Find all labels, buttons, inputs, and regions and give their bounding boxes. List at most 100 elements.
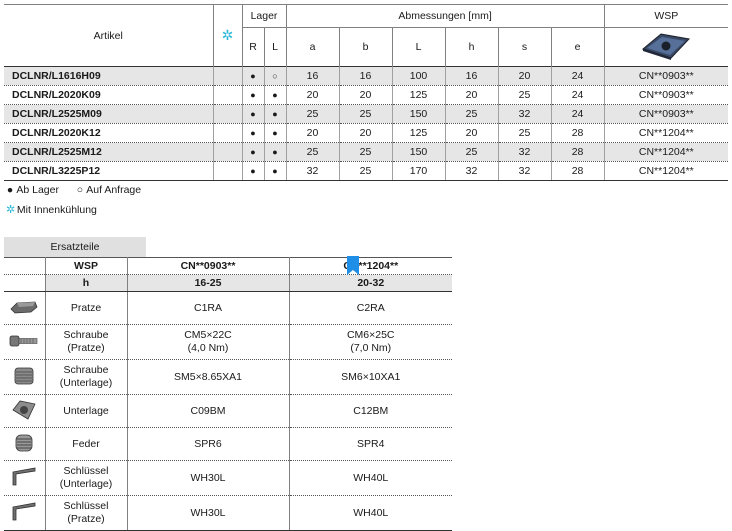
part-label-line2: (Pratze) [67, 513, 105, 525]
tool-holder-table: Artikel ✲ Lager Abmessungen [mm] WSP R L… [4, 4, 729, 181]
part-label-line1: Schlüssel [63, 500, 109, 512]
part-value-2-line2: (7,0 Nm) [350, 342, 392, 354]
part-value-1: SM5×8.65XA1 [126, 359, 289, 395]
cell-s: 25 [497, 85, 552, 105]
parts-row: Unterlage C09BM C12BM [4, 394, 452, 428]
cell-e: 28 [550, 123, 605, 143]
header-abmessungen: Abmessungen [mm] [285, 4, 605, 28]
legend-ab-lager: Ab Lager [16, 184, 59, 196]
part-label-line1: Feder [72, 437, 100, 450]
table-row: DCLNR/L2020K09 ● ● 20 20 125 20 25 24 CN**0903** [4, 85, 729, 105]
cell-b: 20 [338, 85, 393, 105]
header-dim-l: L [391, 27, 446, 67]
legend-innenkuehlung: Mit Innenkühlung [16, 204, 97, 216]
cell-l: 170 [391, 161, 446, 181]
parts-header-wsp-2: CN**1204** [288, 257, 452, 275]
part-value-2-line1: C12BM [353, 404, 389, 417]
cell-artikel: DCLNR/L2525M09 [4, 104, 213, 124]
insert-icon [642, 32, 691, 60]
part-value-2: SM6×10XA1 [288, 359, 452, 395]
coolant-header-icon: ✲ [212, 4, 242, 67]
cell-artikel: DCLNR/L1616H09 [4, 66, 213, 86]
cell-e: 24 [550, 85, 605, 105]
cell-a: 25 [285, 104, 340, 124]
cell-l: 150 [391, 142, 446, 162]
part-value-1-line1: SPR6 [194, 437, 222, 450]
part-value-1: WH30L [126, 460, 289, 496]
cell-r: ● [241, 66, 264, 86]
insert-image [603, 27, 729, 67]
header-dim-e: e [550, 27, 605, 67]
cell-e: 24 [550, 104, 605, 124]
part-value-1-line1: C1RA [193, 301, 222, 314]
cell-l: ○ [263, 66, 287, 86]
parts-row: Feder SPR6 SPR4 [4, 427, 452, 461]
part-value-2: C12BM [288, 394, 452, 428]
cell-s: 32 [497, 161, 552, 181]
part-value-1-line1: WH30L [190, 471, 226, 484]
part-label: Schraube (Unterlage) [44, 359, 127, 395]
part-label: Pratze [44, 291, 127, 325]
coolant-cell [212, 142, 242, 162]
cell-a: 16 [285, 66, 340, 86]
coolant-cell [212, 66, 242, 86]
cell-l: 125 [391, 123, 446, 143]
part-value-2: WH40L [288, 460, 452, 496]
parts-row: Pratze C1RA C2RA [4, 291, 452, 325]
cell-artikel: DCLNR/L2525M12 [4, 142, 213, 162]
cell-artikel: DCLNR/L2020K09 [4, 85, 213, 105]
part-value-1: WH30L [126, 495, 289, 531]
cell-r: ● [241, 161, 264, 181]
header-lager-l: L [263, 27, 287, 67]
cell-a: 32 [285, 161, 340, 181]
cell-s: 20 [497, 66, 552, 86]
table-row: DCLNR/L2525M12 ● ● 25 25 150 25 32 28 CN**1204** [4, 142, 729, 162]
legend-coolant: ✲ Mit Innenkühlung [6, 203, 97, 216]
cell-l: ● [263, 123, 287, 143]
cell-artikel: DCLNR/L2020K12 [4, 123, 213, 143]
part-label-line2: (Unterlage) [59, 377, 113, 389]
part-value-2-line1: WH40L [353, 506, 389, 519]
part-value-2: WH40L [288, 495, 452, 531]
part-value-1: CM5×22C (4,0 Nm) [126, 324, 289, 360]
part-label-line1: Schraube [63, 364, 109, 376]
cell-wsp: CN**0903** [603, 85, 729, 105]
cell-l: ● [263, 85, 287, 105]
shim-icon [4, 394, 45, 428]
bookmark-icon[interactable] [346, 256, 360, 276]
part-label-line2: (Pratze) [67, 342, 105, 354]
table-row: DCLNR/L2020K12 ● ● 20 20 125 20 25 28 CN**1204** [4, 123, 729, 143]
cell-l: 150 [391, 104, 446, 124]
table-row: DCLNR/L2525M09 ● ● 25 25 150 25 32 24 CN**0903** [4, 104, 729, 124]
legend-auf-anfrage: Auf Anfrage [86, 184, 142, 196]
cell-r: ● [241, 104, 264, 124]
spring-icon [4, 427, 45, 461]
part-label: Unterlage [44, 394, 127, 428]
cell-b: 25 [338, 104, 393, 124]
shim-screw-icon [4, 359, 45, 395]
part-value-2-line1: CM6×25C [346, 329, 395, 341]
cell-wsp: CN**0903** [603, 104, 729, 124]
part-value-2: C2RA [288, 291, 452, 325]
coolant-cell [212, 161, 242, 181]
part-label-line1: Pratze [70, 301, 102, 314]
parts-header-wsp-1: CN**0903** [126, 257, 289, 275]
part-label-line1: Schlüssel [63, 465, 109, 477]
part-value-1: C09BM [126, 394, 289, 428]
part-label-line1: Unterlage [63, 404, 109, 417]
cell-l: ● [263, 142, 287, 162]
part-value-1-line1: WH30L [190, 506, 226, 519]
parts-header-h: h [44, 274, 127, 292]
table-row: DCLNR/L3225P12 ● ● 32 25 170 32 32 28 CN**1204** [4, 161, 729, 181]
cell-e: 28 [550, 142, 605, 162]
part-label: Schraube (Pratze) [44, 324, 127, 360]
on-request-icon: ○ [76, 184, 84, 196]
coolant-icon: ✲ [6, 204, 16, 216]
parts-header-wsp: WSP [44, 257, 127, 275]
parts-row: Schraube (Pratze) CM5×22C (4,0 Nm) CM6×25C (7… [4, 324, 452, 360]
clamp-icon [4, 291, 45, 325]
part-value-1: C1RA [126, 291, 289, 325]
cell-s: 32 [497, 142, 552, 162]
parts-header-h-1: 16-25 [126, 274, 289, 292]
cell-wsp: CN**0903** [603, 66, 729, 86]
